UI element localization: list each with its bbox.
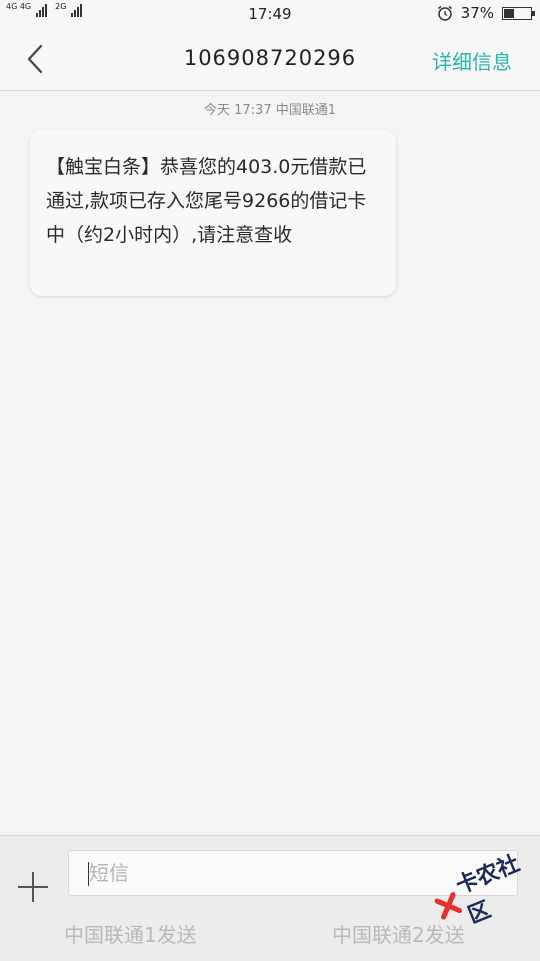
conversation-header: 106908720296 详细信息 (0, 28, 540, 91)
status-bar: 4G 4G 2G 17:49 37% (0, 0, 540, 28)
battery-icon (502, 6, 535, 20)
message-bubble[interactable]: 【触宝白条】恭喜您的403.0元借款已通过,款项已存入您尾号9266的借记卡中（… (30, 130, 396, 296)
detail-info-button[interactable]: 详细信息 (432, 46, 512, 75)
plus-icon[interactable] (18, 872, 48, 902)
status-right: 37% (437, 4, 535, 22)
alarm-icon (437, 5, 452, 21)
battery-percent: 37% (460, 4, 494, 22)
text-caret (88, 862, 89, 886)
send-sim1-button[interactable]: 中国联通1发送 (64, 919, 197, 948)
message-text: 【触宝白条】恭喜您的403.0元借款已通过,款项已存入您尾号9266的借记卡中（… (46, 156, 367, 246)
message-timestamp: 今天 17:37 中国联通1 (204, 103, 336, 118)
